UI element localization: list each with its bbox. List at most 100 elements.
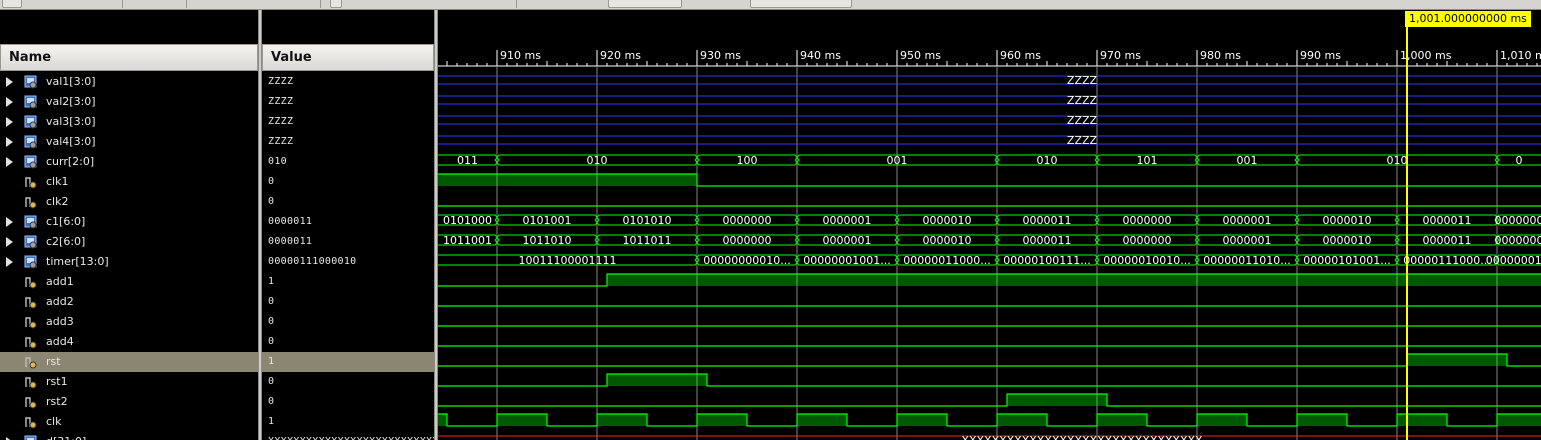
bus-signal-icon	[24, 255, 37, 269]
high-level-fill	[597, 414, 647, 426]
zoom-select[interactable]	[608, 0, 682, 8]
toolbar-separator	[122, 0, 123, 8]
signal-value: ZZZZ	[268, 96, 294, 107]
logic-signal-icon	[25, 297, 37, 309]
high-level-fill	[1097, 414, 1147, 426]
bus-value-label: 1011010	[523, 234, 572, 247]
bus-value-label: 0000000	[1495, 214, 1541, 227]
toolbar	[0, 0, 1541, 10]
toolbar-button[interactable]	[2, 0, 22, 8]
bus-value-label: 011	[457, 154, 478, 167]
value-row[interactable]: 0	[262, 332, 434, 352]
value-row[interactable]: 0	[262, 372, 434, 392]
bus-value-label: 0000010	[1323, 234, 1372, 247]
expand-arrow-icon[interactable]	[6, 137, 13, 147]
names-pane: Name val1[3:0] val2[3:0] val3[3:0] val4[3:0…	[0, 10, 258, 440]
value-column-header[interactable]: Value	[262, 44, 434, 71]
signal-row[interactable]: add3	[0, 312, 258, 332]
value-row[interactable]: ZZZZ	[262, 72, 434, 92]
value-row[interactable]: 00000111000010	[262, 252, 434, 272]
value-row[interactable]: 0	[262, 192, 434, 212]
expand-arrow-icon[interactable]	[6, 217, 13, 227]
signal-value: 0	[268, 376, 275, 387]
signal-row[interactable]: c2[6:0]	[0, 232, 258, 252]
expand-arrow-icon[interactable]	[6, 257, 13, 267]
value-row[interactable]: 0	[262, 172, 434, 192]
expand-arrow-icon[interactable]	[6, 97, 13, 107]
signal-row[interactable]: clk	[0, 412, 258, 432]
bus-value-label: 00000011010...	[1203, 254, 1290, 267]
signal-name: rst2	[46, 395, 68, 408]
bus-value-label: ZZZZ	[1067, 114, 1098, 127]
signal-row[interactable]: add2	[0, 292, 258, 312]
expand-arrow-icon[interactable]	[6, 117, 13, 127]
waveform-svg[interactable]: 910 ms 920 ms 930 ms 940 ms 950 ms 960 ms 970 …	[438, 10, 1541, 440]
ruler-tick-label: 930 ms	[700, 49, 741, 62]
signal-row[interactable]: val1[3:0]	[0, 72, 258, 92]
value-row[interactable]: ZZZZ	[262, 132, 434, 152]
signal-row[interactable]: rst2	[0, 392, 258, 412]
signal-row[interactable]: add4	[0, 332, 258, 352]
signal-row[interactable]: curr[2:0]	[0, 152, 258, 172]
bus-value-label: 0000011	[1423, 214, 1472, 227]
value-row[interactable]: 0000011	[262, 212, 434, 232]
value-row[interactable]: 0000011	[262, 232, 434, 252]
signal-row[interactable]: rst	[0, 352, 258, 372]
toolbar-separator	[516, 0, 517, 8]
toolbar-button[interactable]	[330, 0, 342, 8]
signal-name: curr[2:0]	[46, 155, 95, 168]
high-level-fill	[1497, 414, 1541, 426]
bus-value-label: XXXXXXXXXXXXXXXXXXXXXXXXXXXXXXXX	[961, 434, 1203, 440]
signal-row[interactable]: rst1	[0, 372, 258, 392]
value-row[interactable]: ZZZZ	[262, 112, 434, 132]
value-row[interactable]: ZZZZ	[262, 92, 434, 112]
signal-row[interactable]: val2[3:0]	[0, 92, 258, 112]
signal-row[interactable]: clk2	[0, 192, 258, 212]
logic-waveform	[438, 393, 1541, 407]
bus-value-label: 00000001001...	[803, 254, 890, 267]
signal-name: c2[6:0]	[46, 235, 86, 248]
signal-row[interactable]: clk1	[0, 172, 258, 192]
value-row[interactable]: 0	[262, 392, 434, 412]
signal-row[interactable]: add1	[0, 272, 258, 292]
bus-value-label: 101	[1137, 154, 1158, 167]
expand-arrow-icon[interactable]	[6, 77, 13, 87]
value-row[interactable]: 1	[262, 272, 434, 292]
name-column-header[interactable]: Name	[0, 44, 258, 71]
value-row[interactable]: 0	[262, 312, 434, 332]
bus-value-label: 0101000	[443, 214, 492, 227]
bus-value-label: 0000010	[923, 214, 972, 227]
high-level-fill	[997, 414, 1047, 426]
logic-signal-icon	[25, 337, 37, 349]
high-level-fill	[697, 414, 747, 426]
bus-signal-icon	[24, 115, 37, 129]
signal-row[interactable]: val3[3:0]	[0, 112, 258, 132]
waveform-canvas[interactable]: 910 ms 920 ms 930 ms 940 ms 950 ms 960 ms 970 …	[438, 10, 1541, 440]
ruler-tick-label: 940 ms	[800, 49, 841, 62]
bus-value-label: 00000000010...	[703, 254, 790, 267]
signal-value: XXXXXXXXXXXXXXXXXXXXXXXXXXXXXXXX	[268, 432, 434, 440]
bus-value-label: 0000011	[1023, 234, 1072, 247]
signal-row[interactable]: c1[6:0]	[0, 212, 258, 232]
signal-name: clk2	[46, 195, 69, 208]
value-row[interactable]: 010	[262, 152, 434, 172]
value-row[interactable]: XXXXXXXXXXXXXXXXXXXXXXXXXXXXXXXX	[262, 432, 434, 440]
ruler-tick-label: 1,010 ms	[1500, 49, 1541, 62]
toolbar-field[interactable]	[750, 0, 852, 8]
value-row[interactable]: 1	[262, 352, 434, 372]
signal-value: 0	[268, 336, 275, 347]
expand-arrow-icon[interactable]	[6, 237, 13, 247]
value-row[interactable]: 1	[262, 412, 434, 432]
signal-row[interactable]: timer[13:0]	[0, 252, 258, 272]
signal-row[interactable]: val4[3:0]	[0, 132, 258, 152]
bus-value-label: 0000001	[823, 234, 872, 247]
signal-name: rst1	[46, 375, 68, 388]
signal-value: 1	[268, 276, 275, 287]
bus-value-label: 0000000	[1123, 214, 1172, 227]
signal-value: 1	[268, 416, 275, 427]
signal-row[interactable]: d[31:0]	[0, 432, 258, 440]
value-row[interactable]: 0	[262, 292, 434, 312]
bus-value-label: 0000000	[1123, 234, 1172, 247]
values-pane: Value ZZZZ ZZZZ ZZZZ ZZZZ 010 0 0 0000011 000001…	[262, 10, 434, 440]
expand-arrow-icon[interactable]	[6, 157, 13, 167]
